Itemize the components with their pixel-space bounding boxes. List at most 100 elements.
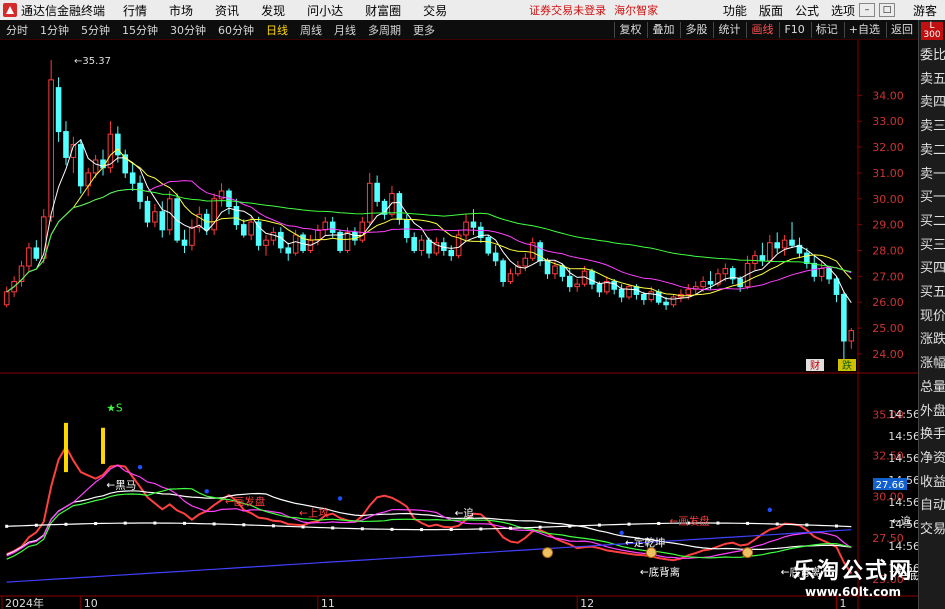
menu-item-wealth[interactable]: 财富圈	[365, 2, 401, 19]
side-panel-item-14[interactable]: 总量	[920, 376, 945, 399]
menu-item-quotes[interactable]: 行情	[123, 2, 147, 19]
candle-body-62[interactable]	[463, 221, 469, 236]
candle-body-67[interactable]	[500, 260, 506, 283]
price-chart[interactable]: 34.00 33.00 32.00 31.00 30.00 29.00 28.00 27.00…	[0, 40, 918, 609]
candle-body-48[interactable]	[359, 221, 366, 241]
candle-body-32[interactable]	[240, 224, 247, 236]
candle-body-18[interactable]	[137, 182, 143, 202]
l-badge[interactable]: L 300	[921, 22, 943, 40]
candle-body-52[interactable]	[389, 193, 395, 215]
candle-body-63[interactable]	[470, 221, 477, 228]
candle-body-8[interactable]	[63, 131, 69, 158]
candle-body-7[interactable]	[55, 87, 62, 133]
candle-body-84[interactable]	[626, 286, 632, 298]
candle-body-99[interactable]	[737, 278, 743, 288]
candle-body-106[interactable]	[789, 239, 795, 246]
candle-body-79[interactable]	[589, 270, 595, 285]
candle-body-92[interactable]	[685, 288, 692, 295]
period-tab-10[interactable]: 更多	[413, 22, 435, 38]
side-panel-item-17[interactable]: 净资	[920, 447, 945, 470]
menu-item-trade[interactable]: 交易	[423, 2, 447, 19]
candle-body-114[interactable]	[848, 330, 855, 342]
candle-body-19[interactable]	[144, 200, 151, 223]
candle-body-82[interactable]	[611, 281, 618, 290]
side-panel-item-2[interactable]: 卖四	[920, 91, 945, 114]
candle-body-33[interactable]	[248, 221, 254, 236]
side-panel-item-12[interactable]: 涨跌	[920, 328, 945, 351]
candle-body-76[interactable]	[566, 275, 573, 288]
candle-body-42[interactable]	[315, 229, 321, 241]
side-panel-item-10[interactable]: 买五	[920, 281, 945, 304]
side-panel-item-9[interactable]: 买四	[920, 257, 945, 280]
candle-body-88[interactable]	[655, 291, 662, 303]
candle-body-103[interactable]	[767, 242, 773, 262]
candle-body-68[interactable]	[507, 273, 514, 283]
candle-body-17[interactable]	[129, 172, 136, 184]
candle-body-86[interactable]	[641, 293, 647, 301]
candle-body-35[interactable]	[263, 239, 269, 246]
side-panel-item-19[interactable]: 自动	[920, 494, 945, 517]
candle-body-90[interactable]	[670, 296, 677, 306]
candle-body-44[interactable]	[329, 221, 336, 233]
candle-body-94[interactable]	[700, 281, 706, 288]
toolbar-button-7[interactable]: +自选	[843, 22, 884, 38]
side-panel-item-18[interactable]: 收益	[920, 471, 945, 494]
candle-body-104[interactable]	[774, 242, 781, 249]
toolbar-button-4[interactable]: 画线	[746, 22, 777, 38]
candle-body-101[interactable]	[752, 255, 758, 264]
candle-body-46[interactable]	[344, 231, 351, 251]
side-panel-item-20[interactable]: 交易	[920, 518, 945, 541]
candle-body-43[interactable]	[322, 221, 329, 231]
candle-body-36[interactable]	[270, 231, 277, 241]
menu-item-function[interactable]: 功能	[723, 2, 747, 19]
candle-body-108[interactable]	[804, 252, 810, 264]
candle-body-70[interactable]	[522, 257, 529, 267]
login-warning[interactable]: 证券交易未登录	[529, 2, 606, 18]
candle-body-110[interactable]	[818, 268, 825, 277]
candle-body-12[interactable]	[92, 159, 99, 174]
candle-body-37[interactable]	[278, 231, 284, 249]
candle-body-77[interactable]	[574, 283, 580, 288]
candle-body-102[interactable]	[759, 255, 766, 262]
side-panel-item-5[interactable]: 卖一	[920, 163, 945, 186]
candle-body-83[interactable]	[618, 288, 625, 298]
side-panel-item-8[interactable]: 买三	[920, 234, 945, 257]
menu-item-discover[interactable]: 发现	[261, 2, 285, 19]
menu-item-formula[interactable]: 公式	[795, 2, 819, 19]
side-panel-item-0[interactable]: 委比	[920, 44, 945, 67]
candle-body-89[interactable]	[663, 301, 669, 306]
candle-body-39[interactable]	[292, 234, 299, 254]
toolbar-button-0[interactable]: 复权	[614, 22, 645, 38]
candle-body-113[interactable]	[841, 293, 847, 342]
candle-body-20[interactable]	[152, 211, 158, 223]
candle-body-105[interactable]	[781, 239, 788, 249]
candle-body-0[interactable]	[3, 291, 10, 306]
side-panel-item-3[interactable]: 卖三	[920, 115, 945, 138]
period-tab-1[interactable]: 1分钟	[40, 22, 69, 38]
candle-body-65[interactable]	[485, 237, 492, 254]
candle-body-4[interactable]	[33, 247, 40, 259]
period-tab-5[interactable]: 60分钟	[218, 22, 254, 38]
candle-body-56[interactable]	[418, 239, 425, 251]
side-panel-item-7[interactable]: 买二	[920, 210, 945, 233]
candle-body-24[interactable]	[181, 239, 188, 246]
candle-body-49[interactable]	[366, 182, 373, 223]
candle-body-55[interactable]	[411, 237, 417, 251]
candle-body-60[interactable]	[448, 249, 455, 257]
menu-item-news[interactable]: 资讯	[215, 2, 239, 19]
candle-body-25[interactable]	[189, 226, 195, 246]
menu-item-layout[interactable]: 版面	[759, 2, 783, 19]
candle-body-75[interactable]	[559, 265, 566, 277]
period-tab-6[interactable]: 日线	[266, 22, 288, 38]
candle-body-10[interactable]	[77, 143, 84, 187]
side-panel-item-15[interactable]: 外盘	[920, 400, 945, 423]
side-panel-item-13[interactable]: 涨幅	[920, 352, 945, 375]
candle-body-3[interactable]	[26, 247, 32, 267]
side-panel-item-11[interactable]: 现价	[920, 305, 945, 328]
side-panel-item-6[interactable]: 买一	[920, 186, 945, 209]
guest-label[interactable]: 游客	[913, 2, 937, 19]
toolbar-button-1[interactable]: 叠加	[647, 22, 678, 38]
toolbar-button-8[interactable]: 返回	[886, 22, 917, 38]
period-tab-7[interactable]: 周线	[300, 22, 322, 38]
candle-body-38[interactable]	[285, 247, 292, 254]
